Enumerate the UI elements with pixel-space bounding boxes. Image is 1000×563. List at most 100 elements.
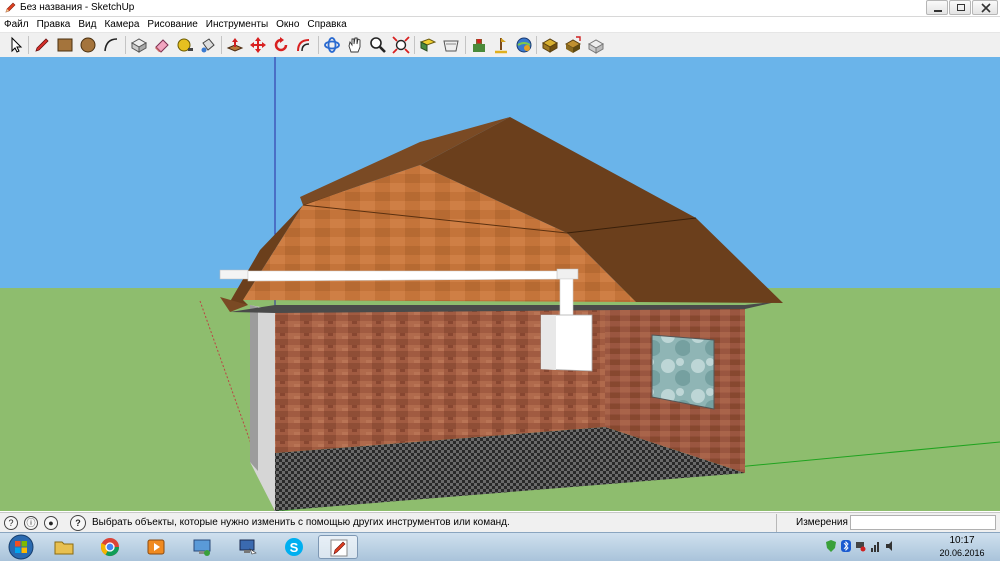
push-pull-icon	[226, 38, 244, 52]
measurements-field[interactable]	[850, 515, 996, 530]
zoom-tool[interactable]	[369, 36, 387, 54]
toolbar-separator	[221, 36, 222, 54]
signal-icon[interactable]	[871, 540, 881, 552]
offset-tool[interactable]	[295, 36, 313, 54]
line-icon	[35, 38, 49, 52]
share-component-icon	[587, 39, 605, 54]
move-icon	[250, 37, 266, 53]
menu-tools[interactable]: Инструменты	[202, 17, 272, 32]
make-component-tool[interactable]	[130, 36, 148, 54]
toolbar-separator	[465, 36, 466, 54]
menu-view[interactable]: Вид	[74, 17, 100, 32]
toolbar-separator	[125, 36, 126, 54]
taskbar-remote-desktop[interactable]	[228, 535, 268, 559]
eraser-icon	[155, 39, 169, 53]
menu-camera[interactable]: Камера	[100, 17, 143, 32]
zoom-icon	[370, 37, 386, 53]
circle-tool[interactable]	[79, 36, 97, 54]
shield-icon[interactable]	[826, 540, 836, 552]
taskbar-sketchup[interactable]	[318, 535, 358, 559]
media-player-icon	[147, 539, 165, 555]
pan-tool[interactable]	[346, 36, 364, 54]
select-tool[interactable]	[6, 36, 24, 54]
restore-icon	[957, 4, 965, 11]
geo-location-icon[interactable]: ?	[4, 516, 18, 530]
move-tool[interactable]	[249, 36, 267, 54]
status-separator	[776, 514, 777, 532]
taskbar-skype[interactable]: S	[274, 535, 314, 559]
taskbar-network[interactable]	[182, 535, 222, 559]
toggle-terrain-tool[interactable]	[492, 36, 510, 54]
circle-icon	[80, 37, 96, 53]
credits-icon[interactable]: ⓘ	[24, 516, 38, 530]
clock-date[interactable]: 20.06.2016	[936, 548, 988, 558]
tape-measure-tool[interactable]	[176, 36, 194, 54]
menu-edit[interactable]: Правка	[33, 17, 75, 32]
status-message: Выбрать объекты, которые нужно изменить …	[92, 517, 510, 528]
measurements-label: Измерения	[796, 517, 848, 528]
close-icon	[981, 3, 991, 13]
restore-button[interactable]	[949, 0, 971, 15]
orbit-icon	[324, 37, 340, 53]
get-models-tool[interactable]	[515, 36, 533, 54]
taskbar: S 10:17 20.06.2016	[0, 532, 1000, 561]
model-viewport[interactable]	[0, 57, 1000, 511]
rotate-tool[interactable]	[272, 36, 290, 54]
pipe-elbow	[556, 268, 579, 280]
pan-icon	[348, 37, 361, 53]
user-icon[interactable]: ●	[44, 516, 58, 530]
windows-explorer-icon	[54, 541, 74, 555]
clock-time[interactable]: 10:17	[936, 535, 988, 546]
system-tray	[826, 540, 901, 554]
zoom-extents-tool[interactable]	[392, 36, 410, 54]
main-toolbar	[0, 32, 1000, 58]
taskbar-chrome[interactable]	[90, 535, 130, 559]
close-button[interactable]	[972, 0, 998, 15]
menu-bar: Файл Правка Вид Камера Рисование Инструм…	[0, 17, 1000, 32]
share-model-tool[interactable]	[541, 36, 559, 54]
extension-warehouse-icon	[564, 36, 582, 53]
toggle-terrain-icon	[495, 38, 507, 54]
bluetooth-icon[interactable]	[841, 540, 851, 552]
window	[651, 334, 715, 410]
pipe-vertical	[559, 278, 574, 317]
share-model-icon	[541, 38, 559, 53]
previous-view-tool[interactable]	[419, 36, 437, 54]
tape-measure-icon	[177, 38, 193, 52]
add-location-tool[interactable]	[470, 36, 488, 54]
rectangle-tool[interactable]	[56, 36, 74, 54]
network-icon	[193, 539, 211, 556]
minimize-button[interactable]	[926, 0, 948, 15]
extension-warehouse-tool[interactable]	[564, 36, 582, 54]
menu-draw[interactable]: Рисование	[143, 17, 201, 32]
paint-bucket-icon	[201, 38, 215, 53]
zoom-extents-icon	[392, 36, 410, 54]
windows-logo-icon	[8, 534, 34, 560]
menu-window[interactable]: Окно	[272, 17, 303, 32]
title-bar: Без названия - SketchUp	[0, 0, 1000, 17]
skype-icon: S	[285, 538, 303, 556]
network-error-icon[interactable]	[856, 540, 866, 552]
left-wall-shadow	[250, 305, 258, 471]
share-component-tool[interactable]	[587, 36, 605, 54]
volume-icon[interactable]	[886, 540, 896, 552]
eraser-tool[interactable]	[153, 36, 171, 54]
push-pull-tool[interactable]	[226, 36, 244, 54]
taskbar-explorer[interactable]	[44, 535, 84, 559]
orbit-tool[interactable]	[323, 36, 341, 54]
sketchup-icon	[330, 539, 348, 557]
sketchup-pencil-icon	[5, 2, 16, 13]
next-view-tool[interactable]	[442, 36, 460, 54]
arc-tool[interactable]	[102, 36, 120, 54]
chrome-icon	[101, 538, 119, 557]
menu-help[interactable]: Справка	[303, 17, 350, 32]
next-view-icon	[443, 40, 459, 52]
minimize-icon	[934, 10, 942, 12]
start-button[interactable]	[4, 534, 38, 560]
taskbar-media-player[interactable]	[136, 535, 176, 559]
help-icon[interactable]: ?	[70, 515, 86, 531]
menu-file[interactable]: Файл	[0, 17, 33, 32]
paint-bucket-tool[interactable]	[199, 36, 217, 54]
line-tool[interactable]	[33, 36, 51, 54]
window-title: Без названия - SketchUp	[20, 2, 135, 13]
